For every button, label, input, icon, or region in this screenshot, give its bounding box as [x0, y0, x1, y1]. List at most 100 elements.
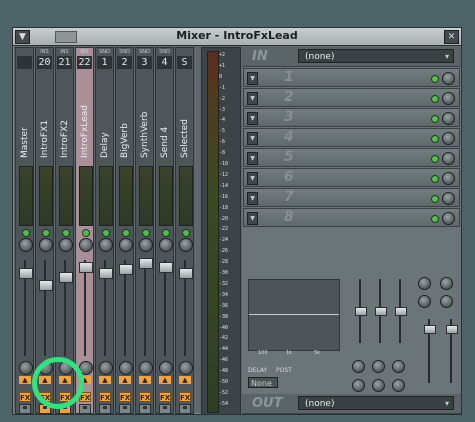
slot-mix-knob[interactable]	[442, 132, 455, 145]
phase-invert-icon[interactable]	[418, 295, 431, 308]
strip-enable-led[interactable]	[102, 229, 110, 237]
slot-menu-icon[interactable]: ▼	[247, 132, 258, 145]
strip-enable-led[interactable]	[162, 229, 170, 237]
volume-fader[interactable]	[119, 260, 133, 356]
pan-knob[interactable]	[119, 238, 133, 252]
fx-button[interactable]: FX	[139, 392, 151, 402]
fader-cap[interactable]	[59, 272, 73, 283]
slot-menu-icon[interactable]: ▼	[247, 172, 258, 185]
save-icon[interactable]	[19, 404, 31, 414]
slot-mix-knob[interactable]	[442, 152, 455, 165]
strip-number[interactable]	[17, 56, 32, 69]
fx-button[interactable]: FX	[19, 392, 31, 402]
pan-fader[interactable]	[446, 319, 458, 383]
mixer-strip[interactable]: SND 4 Send 4 ▲ FX	[155, 47, 174, 414]
fx-slot[interactable]: ▼ 8	[243, 208, 460, 227]
route-arrow-icon[interactable]: ▲	[159, 376, 171, 384]
slot-mix-knob[interactable]	[442, 192, 455, 205]
slot-menu-icon[interactable]: ▼	[247, 92, 258, 105]
fx-slot[interactable]: ▼ 7	[243, 188, 460, 207]
eq-low-fader[interactable]	[355, 279, 367, 343]
strip-number[interactable]: S	[177, 56, 192, 69]
slot-enable-led[interactable]	[431, 215, 439, 223]
fader-cap[interactable]	[119, 264, 133, 275]
save-icon[interactable]	[139, 404, 151, 414]
slot-menu-icon[interactable]: ▼	[247, 112, 258, 125]
volume-fader[interactable]	[159, 260, 173, 356]
fx-slot[interactable]: ▼ 5	[243, 148, 460, 167]
save-icon[interactable]	[99, 404, 111, 414]
mixer-strip[interactable]: SND 1 Delay ▲ FX	[95, 47, 114, 414]
fader-cap[interactable]	[179, 268, 193, 279]
close-icon[interactable]: ✕	[444, 30, 459, 44]
eq-mid-bw-knob[interactable]	[372, 379, 385, 392]
eq-high-freq-knob[interactable]	[392, 360, 405, 373]
fader-cap[interactable]	[159, 262, 173, 273]
delay-select[interactable]: None	[248, 377, 278, 388]
strip-number[interactable]: 20	[37, 56, 52, 69]
stereo-knob[interactable]	[139, 361, 153, 375]
mixer-strip[interactable]: INS 22 IntroFxLead ▲ FX	[75, 47, 94, 414]
strip-number[interactable]: 21	[57, 56, 72, 69]
route-arrow-icon[interactable]: ▲	[139, 376, 151, 384]
strip-number[interactable]: 22	[77, 56, 92, 69]
swap-channels-icon[interactable]	[440, 277, 453, 290]
pan-knob[interactable]	[39, 238, 53, 252]
eq-graph[interactable]	[248, 279, 340, 351]
volume-fader[interactable]	[139, 258, 153, 356]
fx-button[interactable]: FX	[99, 392, 111, 402]
pan-knob[interactable]	[179, 238, 193, 252]
strip-enable-led[interactable]	[182, 229, 190, 237]
fx-slot[interactable]: ▼ 1	[243, 68, 460, 87]
volume-fader[interactable]	[424, 319, 436, 383]
eq-high-fader[interactable]	[395, 279, 407, 343]
stereo-knob[interactable]	[159, 361, 173, 375]
title-bar[interactable]: ▼ Mixer - IntroFxLead ✕	[13, 28, 461, 46]
slot-enable-led[interactable]	[431, 175, 439, 183]
fx-button[interactable]: FX	[119, 392, 131, 402]
eq-low-bw-knob[interactable]	[352, 379, 365, 392]
eq-mid-fader[interactable]	[375, 279, 387, 343]
slot-mix-knob[interactable]	[442, 72, 455, 85]
stereo-knob[interactable]	[119, 361, 133, 375]
save-icon[interactable]	[79, 404, 91, 414]
pan-knob[interactable]	[159, 238, 173, 252]
fx-slot[interactable]: ▼ 4	[243, 128, 460, 147]
mixer-strip[interactable]: S Selected ▲ FX	[175, 47, 194, 414]
post-label[interactable]: POST	[276, 367, 292, 374]
fx-button[interactable]: FX	[159, 392, 171, 402]
slot-menu-icon[interactable]: ▼	[247, 192, 258, 205]
fx-slot[interactable]: ▼ 2	[243, 88, 460, 107]
save-icon[interactable]	[159, 404, 171, 414]
slot-mix-knob[interactable]	[442, 112, 455, 125]
strip-enable-led[interactable]	[122, 229, 130, 237]
strip-enable-led[interactable]	[42, 229, 50, 237]
volume-fader[interactable]	[19, 260, 33, 356]
volume-fader[interactable]	[179, 260, 193, 356]
strip-number[interactable]: 2	[117, 56, 132, 69]
mixer-strip[interactable]: SND 3 SynthVerb ▲ FX	[135, 47, 154, 414]
stereo-knob[interactable]	[19, 361, 33, 375]
volume-fader[interactable]	[99, 260, 113, 356]
input-select[interactable]: (none)	[298, 49, 454, 64]
strip-enable-led[interactable]	[82, 229, 90, 237]
strip-number[interactable]: 3	[137, 56, 152, 69]
strip-enable-led[interactable]	[22, 229, 30, 237]
save-icon[interactable]	[119, 404, 131, 414]
strip-number[interactable]: 4	[157, 56, 172, 69]
pan-knob[interactable]	[79, 238, 93, 252]
strip-enable-led[interactable]	[62, 229, 70, 237]
slot-enable-led[interactable]	[431, 155, 439, 163]
slot-mix-knob[interactable]	[442, 172, 455, 185]
volume-fader[interactable]	[79, 260, 93, 356]
slot-mix-knob[interactable]	[442, 92, 455, 105]
fader-cap[interactable]	[39, 280, 53, 291]
save-icon[interactable]	[179, 404, 191, 414]
slot-menu-icon[interactable]: ▼	[247, 72, 258, 85]
eq-high-bw-knob[interactable]	[392, 379, 405, 392]
pan-knob[interactable]	[59, 238, 73, 252]
slot-enable-led[interactable]	[431, 195, 439, 203]
fader-cap[interactable]	[19, 268, 33, 279]
fader-cap[interactable]	[139, 258, 153, 269]
volume-fader[interactable]	[39, 260, 53, 356]
